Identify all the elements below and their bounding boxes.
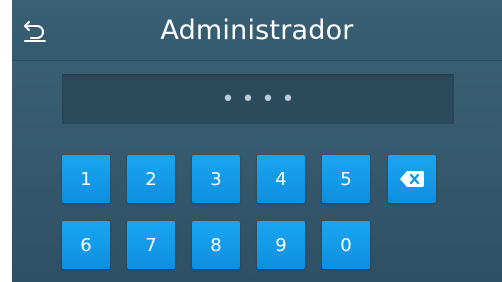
title-bar: Administrador	[12, 0, 502, 61]
keypad-key-2[interactable]: 2	[127, 155, 175, 203]
keypad-key-7[interactable]: 7	[127, 221, 175, 269]
back-arrow-icon	[24, 21, 46, 42]
keypad-key-5[interactable]: 5	[322, 155, 370, 203]
pin-masked-value: ••••	[221, 86, 302, 112]
keypad-key-8[interactable]: 8	[192, 221, 240, 269]
keypad-key-3[interactable]: 3	[192, 155, 240, 203]
keypad-key-9[interactable]: 9	[257, 221, 305, 269]
page-title: Administrador	[160, 15, 354, 46]
screen: Administrador •••• 1 2 3 4 5 6 7 8 9 0	[12, 0, 502, 282]
keypad-key-0[interactable]: 0	[322, 221, 370, 269]
keypad-key-1[interactable]: 1	[62, 155, 110, 203]
keypad-key-6[interactable]: 6	[62, 221, 110, 269]
back-button[interactable]	[18, 12, 54, 48]
keypad-key-4[interactable]: 4	[257, 155, 305, 203]
backspace-icon	[400, 171, 424, 187]
pin-field[interactable]: ••••	[62, 74, 454, 124]
backspace-button[interactable]	[388, 155, 436, 203]
